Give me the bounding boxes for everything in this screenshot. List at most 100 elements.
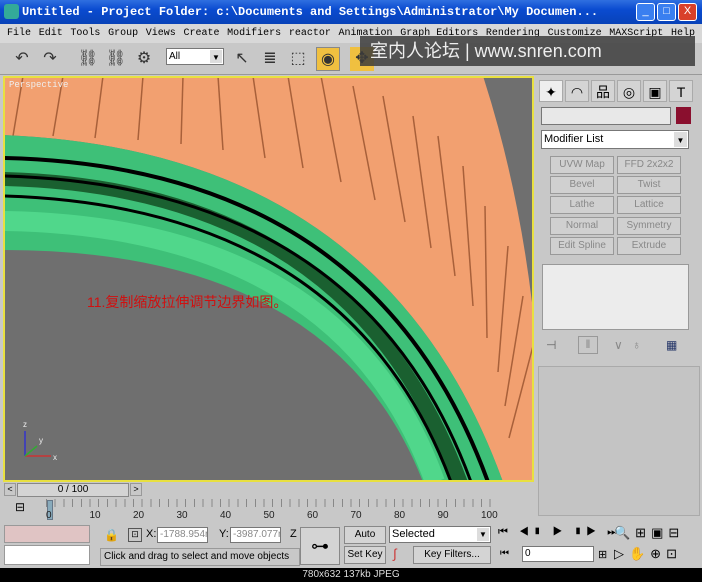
- playback-controls[interactable]: ⏮ ◀▮ ▶ ▮▶ ⏭: [498, 526, 621, 539]
- menu-modifiers[interactable]: Modifiers: [227, 24, 281, 43]
- timeline-tick-label: 70: [350, 510, 362, 521]
- viewport-nav-controls[interactable]: 🔍⊞▣⊟: [614, 525, 684, 541]
- normal-button[interactable]: Normal: [550, 217, 614, 235]
- selection-filter-dropdown[interactable]: All ▼: [166, 48, 224, 65]
- curve-editor-icon[interactable]: ⊟: [10, 500, 30, 518]
- edit-spline-button[interactable]: Edit Spline: [550, 237, 614, 255]
- menu-edit[interactable]: Edit: [39, 24, 63, 43]
- axis-x-label: x: [53, 453, 57, 462]
- key-icon[interactable]: ⊶: [300, 527, 340, 565]
- timeline-tick-label: 0: [46, 510, 52, 521]
- x-coordinate-input[interactable]: -1788.954r: [157, 527, 208, 543]
- bevel-button[interactable]: Bevel: [550, 176, 614, 194]
- timeline-tick-label: 20: [133, 510, 145, 521]
- perspective-viewport[interactable]: Perspective 11.复制缩放拉伸调节边界如图。 x y z: [3, 76, 534, 482]
- next-frame-arrow[interactable]: >: [130, 483, 142, 496]
- command-panel: ✦ ◠ 品 ◎ ▣ T Modifier List ▼ UVW Map FFD 2…: [536, 76, 702, 522]
- absolute-mode-icon[interactable]: ⊡: [128, 528, 142, 542]
- pin-stack-icon[interactable]: ⊣: [546, 338, 556, 352]
- axis-z-label: z: [23, 420, 27, 429]
- lattice-button[interactable]: Lattice: [617, 196, 681, 214]
- remove-modifier-icon[interactable]: ♁: [632, 338, 641, 352]
- modifier-list-dropdown[interactable]: Modifier List ▼: [541, 130, 689, 149]
- rollout-area: [538, 366, 700, 516]
- window-title: Untitled - Project Folder: c:\Documents …: [22, 5, 599, 19]
- motion-tab-icon[interactable]: ◎: [617, 80, 641, 102]
- x-label: X:: [146, 528, 157, 540]
- chevron-down-icon: ▼: [210, 50, 222, 63]
- current-frame-input[interactable]: 0: [522, 546, 594, 562]
- timeline-tick-label: 90: [437, 510, 449, 521]
- y-coordinate-input[interactable]: -3987.077r: [230, 527, 281, 543]
- viewport-nav-controls-2[interactable]: ▷✋⊕⊡: [614, 546, 682, 562]
- hierarchy-tab-icon[interactable]: 品: [591, 80, 615, 102]
- key-mode-value: Selected: [392, 528, 435, 540]
- maxscript-listener-white[interactable]: [4, 545, 90, 565]
- modifier-stack[interactable]: [542, 264, 689, 330]
- create-tab-icon[interactable]: ✦: [539, 80, 563, 102]
- set-key-button[interactable]: Set Key: [344, 546, 386, 564]
- key-mode-dropdown[interactable]: Selected ▼: [389, 526, 491, 543]
- menu-file[interactable]: File: [7, 24, 31, 43]
- undo-icon[interactable]: ↶: [10, 47, 34, 71]
- menu-create[interactable]: Create: [183, 24, 219, 43]
- twist-button[interactable]: Twist: [617, 176, 681, 194]
- object-name-input[interactable]: [541, 107, 671, 125]
- bind-space-warp-icon[interactable]: ⚙: [132, 47, 156, 71]
- watermark: 室内人论坛 | www.snren.com: [360, 36, 695, 66]
- y-label: Y:: [219, 528, 229, 540]
- app-icon: [4, 4, 19, 19]
- symmetry-button[interactable]: Symmetry: [617, 217, 681, 235]
- menu-group[interactable]: Group: [108, 24, 138, 43]
- rectangle-selection-icon[interactable]: ⬚: [286, 47, 310, 71]
- timeline-tick-label: 40: [220, 510, 232, 521]
- menu-views[interactable]: Views: [146, 24, 176, 43]
- display-tab-icon[interactable]: ▣: [643, 80, 667, 102]
- minimize-button[interactable]: _: [636, 3, 655, 21]
- image-info-footer: 780x632 137kb JPEG: [0, 568, 702, 582]
- close-button[interactable]: X: [678, 3, 697, 21]
- redo-icon[interactable]: ↷: [38, 47, 62, 71]
- key-filters-button[interactable]: Key Filters...: [413, 546, 491, 564]
- select-link-icon[interactable]: ⛓: [76, 47, 100, 71]
- ffd-button[interactable]: FFD 2x2x2: [617, 156, 681, 174]
- default-tangent-icon[interactable]: ∫: [393, 546, 397, 561]
- auto-key-button[interactable]: Auto Key: [344, 526, 386, 556]
- key-mode-toggle-icon[interactable]: ⏮: [500, 548, 509, 559]
- prev-frame-arrow[interactable]: <: [4, 483, 16, 496]
- annotation-text: 11.复制缩放拉伸调节边界如图。: [87, 294, 288, 310]
- time-slider[interactable]: 0 / 100: [17, 483, 129, 497]
- select-by-name-icon[interactable]: ≣: [258, 47, 282, 71]
- axis-y: [24, 445, 38, 457]
- maximize-button[interactable]: □: [657, 3, 676, 21]
- time-config-icon[interactable]: ⊞: [598, 548, 607, 561]
- lock-icon[interactable]: 🔒: [104, 528, 119, 542]
- show-end-result-icon[interactable]: ‖: [578, 336, 598, 354]
- unlink-icon[interactable]: ⛓: [104, 47, 128, 71]
- timeline-tick-label: 50: [263, 510, 275, 521]
- lathe-button[interactable]: Lathe: [550, 196, 614, 214]
- uvw-map-button[interactable]: UVW Map: [550, 156, 614, 174]
- select-cursor-icon[interactable]: ↖: [230, 47, 254, 71]
- title-bar: Untitled - Project Folder: c:\Documents …: [0, 0, 702, 24]
- modify-tab-icon[interactable]: ◠: [565, 80, 589, 102]
- utilities-tab-icon[interactable]: T: [669, 80, 693, 102]
- modifier-list-value: Modifier List: [544, 133, 604, 145]
- timeline-tick-label: 100: [481, 510, 498, 521]
- menu-tools[interactable]: Tools: [70, 24, 100, 43]
- status-prompt: Click and drag to select and move object…: [100, 548, 300, 566]
- timeline-tick-label: 80: [394, 510, 406, 521]
- timeline-tick-label: 60: [307, 510, 319, 521]
- extrude-button[interactable]: Extrude: [617, 237, 681, 255]
- viewport-label[interactable]: Perspective: [9, 80, 68, 90]
- chevron-down-icon: ▼: [477, 528, 489, 541]
- menu-reactor[interactable]: reactor: [289, 24, 331, 43]
- make-unique-icon[interactable]: ∨: [614, 338, 623, 352]
- window-crossing-icon[interactable]: ◉: [316, 47, 340, 71]
- configure-sets-icon[interactable]: ▦: [666, 338, 677, 352]
- object-color-swatch[interactable]: [676, 107, 691, 124]
- maxscript-listener-pink[interactable]: [4, 525, 90, 543]
- selection-filter-value: All: [169, 51, 181, 62]
- timeline-ruler[interactable]: [46, 499, 492, 507]
- timeline-tick-label: 30: [176, 510, 188, 521]
